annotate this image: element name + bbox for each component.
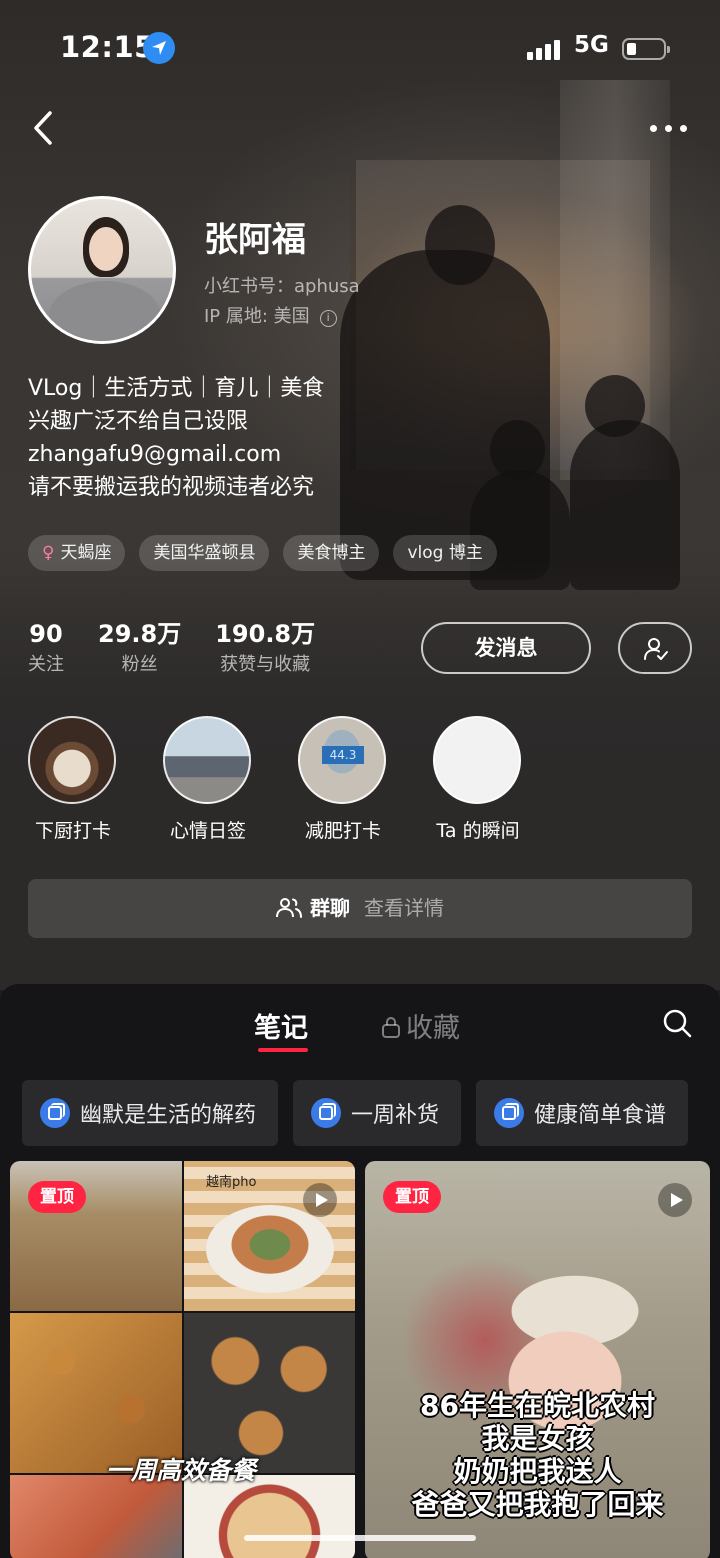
content-panel: 笔记 收藏 幽默是生活的解药 一周补货 健康简单食谱 置顶 越南pho 一周高效… bbox=[0, 984, 720, 1558]
bio-line: 请不要搬运我的视频违者必究 bbox=[28, 475, 315, 500]
highlight-diet[interactable]: 44.3 减肥打卡 bbox=[298, 716, 388, 843]
stat-followers[interactable]: 29.8万 粉丝 bbox=[98, 618, 181, 680]
tab-favorites[interactable]: 收藏 bbox=[380, 1006, 460, 1045]
group-icon bbox=[276, 898, 302, 918]
scale-display: 44.3 bbox=[322, 746, 364, 764]
tab-favorites-label: 收藏 bbox=[406, 1013, 460, 1044]
album-item[interactable]: 幽默是生活的解药 bbox=[22, 1080, 279, 1146]
bio-email: zhangafu9@gmail.com bbox=[28, 442, 282, 467]
image-caption: 越南pho bbox=[206, 1175, 257, 1190]
back-button[interactable] bbox=[28, 108, 62, 148]
ip-location-text: IP 属地: 美国 bbox=[204, 306, 310, 327]
album-icon bbox=[311, 1098, 342, 1128]
profile-tags: ♀ 天蝎座 美国华盛顿县 美食博主 vlog 博主 bbox=[28, 535, 497, 571]
stat-label: 粉丝 bbox=[121, 654, 158, 675]
ip-location: IP 属地: 美国 i bbox=[204, 302, 337, 328]
info-icon[interactable]: i bbox=[319, 310, 337, 327]
bio-line: 兴趣广泛不给自己设限 bbox=[28, 409, 249, 434]
post-image-bagels bbox=[184, 1313, 355, 1473]
profile-name: 张阿福 bbox=[204, 220, 306, 260]
highlight-cover: 44.3 bbox=[298, 716, 386, 804]
group-chat-label: 群聊 bbox=[310, 896, 350, 920]
post-caption: 一周高效备餐 bbox=[106, 1456, 257, 1485]
post-caption: 86年生在皖北农村 我是女孩 奶奶把我送人 爸爸又把我抱了回来 bbox=[365, 1389, 710, 1521]
send-message-button[interactable]: 发消息 bbox=[421, 622, 591, 674]
stat-following[interactable]: 90 关注 bbox=[28, 618, 64, 680]
stat-label: 关注 bbox=[28, 654, 64, 675]
album-item[interactable]: 一周补货 bbox=[293, 1080, 462, 1146]
lock-icon bbox=[382, 1017, 400, 1038]
user-check-icon bbox=[644, 638, 668, 660]
post-image-crackers bbox=[10, 1313, 182, 1473]
background-silhouette-child-head bbox=[490, 420, 545, 480]
highlight-label: 心情日签 bbox=[169, 820, 246, 842]
caption-line: 86年生在皖北农村 bbox=[420, 1389, 655, 1422]
red-id[interactable]: 小红书号：aphusa bbox=[204, 272, 360, 298]
album-icon bbox=[40, 1098, 70, 1128]
album-icon bbox=[494, 1098, 525, 1128]
caption-line: 奶奶把我送人 bbox=[453, 1455, 622, 1488]
tag-label: 天蝎座 bbox=[60, 543, 112, 563]
search-button[interactable] bbox=[662, 1008, 692, 1042]
status-bar: 12:15 5G bbox=[0, 28, 720, 68]
album-label: 一周补货 bbox=[351, 1103, 440, 1128]
tag-zodiac: ♀ 天蝎座 bbox=[28, 535, 126, 571]
album-label: 健康简单食谱 bbox=[534, 1103, 667, 1128]
tag-category: vlog 博主 bbox=[393, 535, 497, 571]
more-options-button[interactable] bbox=[646, 118, 690, 138]
highlight-cover bbox=[28, 716, 116, 804]
bio: VLog｜生活方式｜育儿｜美食 兴趣广泛不给自己设限 zhangafu9@gma… bbox=[28, 372, 324, 504]
status-time: 12:15 bbox=[60, 30, 155, 64]
tab-notes[interactable]: 笔记 bbox=[254, 1006, 308, 1045]
highlight-cover bbox=[163, 716, 251, 804]
signal-icon bbox=[527, 38, 563, 60]
album-label: 幽默是生活的解药 bbox=[80, 1103, 257, 1128]
location-arrow-icon bbox=[143, 32, 175, 64]
chevron-left-icon bbox=[34, 111, 52, 145]
post-card[interactable]: 置顶 86年生在皖北农村 我是女孩 奶奶把我送人 爸爸又把我抱了回来 bbox=[365, 1161, 710, 1558]
post-image-salmon bbox=[10, 1475, 182, 1558]
highlight-label: 下厨打卡 bbox=[34, 820, 111, 842]
search-icon bbox=[663, 1009, 692, 1038]
post-card[interactable]: 置顶 越南pho 一周高效备餐 bbox=[10, 1161, 355, 1558]
tag-category: 美食博主 bbox=[283, 535, 380, 571]
stat-label: 获赞与收藏 bbox=[220, 654, 311, 675]
background-silhouette-child-head bbox=[585, 375, 645, 437]
pinned-badge: 置顶 bbox=[28, 1181, 86, 1213]
post-image-pizza bbox=[184, 1475, 355, 1558]
home-indicator[interactable] bbox=[244, 1535, 476, 1541]
following-status-button[interactable] bbox=[618, 622, 692, 674]
caption-line: 我是女孩 bbox=[481, 1422, 594, 1455]
highlight-cover bbox=[433, 716, 521, 804]
highlight-mood[interactable]: 心情日签 bbox=[163, 716, 253, 843]
post-image-pho: 越南pho bbox=[184, 1161, 355, 1311]
stat-value: 190.8万 bbox=[215, 620, 316, 648]
stat-value: 29.8万 bbox=[98, 620, 182, 648]
caption-line: 爸爸又把我抱了回来 bbox=[411, 1488, 664, 1521]
avatar[interactable] bbox=[28, 196, 176, 344]
pinned-badge: 置顶 bbox=[383, 1181, 441, 1213]
bio-line: VLog｜生活方式｜育儿｜美食 bbox=[28, 376, 325, 401]
stat-value: 90 bbox=[29, 620, 63, 648]
album-item[interactable]: 健康简单食谱 bbox=[476, 1080, 689, 1146]
play-icon bbox=[303, 1183, 337, 1217]
battery-icon bbox=[622, 38, 670, 60]
highlight-label: 减肥打卡 bbox=[304, 820, 381, 842]
stat-likes-favorites[interactable]: 190.8万 获赞与收藏 bbox=[215, 618, 315, 680]
highlight-cooking[interactable]: 下厨打卡 bbox=[28, 716, 118, 843]
group-chat-bar[interactable]: 群聊 查看详情 bbox=[28, 879, 692, 938]
background-silhouette-head bbox=[425, 205, 495, 285]
highlight-label: Ta 的瞬间 bbox=[436, 820, 520, 842]
tag-location: 美国华盛顿县 bbox=[139, 535, 270, 571]
network-type: 5G bbox=[574, 32, 609, 58]
highlights: 下厨打卡 心情日签 44.3 减肥打卡 Ta 的瞬间 bbox=[28, 716, 568, 843]
group-chat-detail: 查看详情 bbox=[364, 896, 444, 920]
active-tab-indicator bbox=[258, 1048, 308, 1052]
female-icon: ♀ bbox=[42, 543, 55, 563]
play-icon bbox=[658, 1183, 692, 1217]
album-list: 幽默是生活的解药 一周补货 健康简单食谱 bbox=[22, 1080, 689, 1146]
highlight-moments[interactable]: Ta 的瞬间 bbox=[433, 716, 523, 843]
profile-stats: 90 关注 29.8万 粉丝 190.8万 获赞与收藏 bbox=[28, 618, 349, 680]
